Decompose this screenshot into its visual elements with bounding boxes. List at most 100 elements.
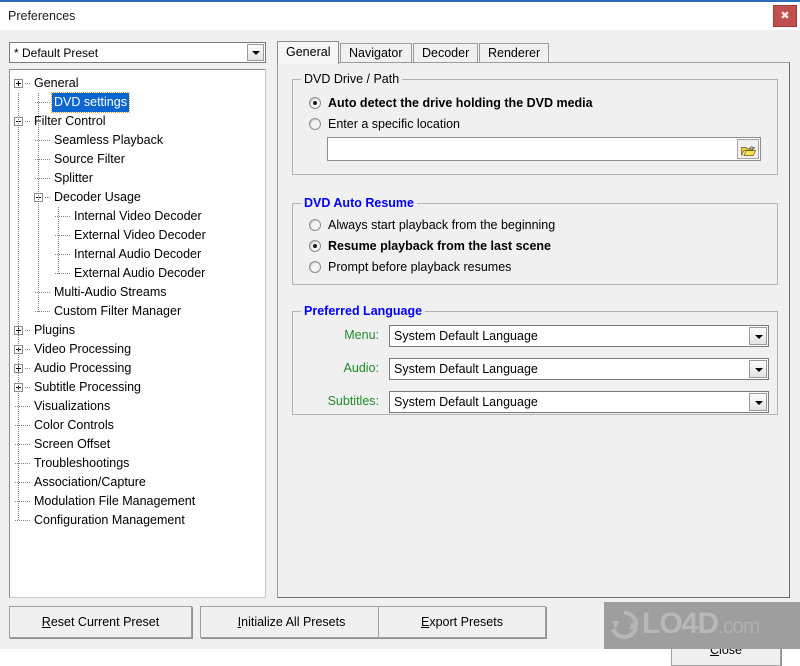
- browse-folder-button[interactable]: [737, 139, 759, 159]
- tree-item-label: Plugins: [34, 323, 75, 337]
- tree-connector: [25, 330, 31, 331]
- tree-item-plugins[interactable]: Plugins: [10, 321, 265, 340]
- tree-guide-line: [58, 207, 59, 274]
- tree-item-audio-processing[interactable]: Audio Processing: [10, 359, 265, 378]
- tree-item-external-video-decoder[interactable]: External Video Decoder: [10, 226, 265, 245]
- dvd-path-input[interactable]: [327, 137, 761, 161]
- language-value-subtitles: System Default Language: [394, 395, 538, 409]
- group-preferred-language-title: Preferred Language: [301, 304, 426, 318]
- tree-item-modulation-file-management[interactable]: Modulation File Management: [10, 492, 265, 511]
- tree-item-external-audio-decoder[interactable]: External Audio Decoder: [10, 264, 265, 283]
- tree-item-label: Subtitle Processing: [34, 380, 142, 394]
- reset-current-preset-button[interactable]: Reset Current Preset: [9, 606, 192, 638]
- tree-item-video-processing[interactable]: Video Processing: [10, 340, 265, 359]
- tree-item-label: General: [34, 76, 79, 90]
- tree-item-label: Modulation File Management: [34, 494, 196, 508]
- tree-item-dvd-settings[interactable]: DVD settings: [10, 92, 265, 113]
- language-select-subtitles[interactable]: System Default Language: [389, 391, 769, 413]
- tree-item-label: Seamless Playback: [54, 133, 164, 147]
- tree-item-internal-audio-decoder[interactable]: Internal Audio Decoder: [10, 245, 265, 264]
- tree-item-label: Association/Capture: [34, 475, 146, 489]
- tab-label: General: [286, 45, 331, 59]
- tree-item-label: External Video Decoder: [74, 228, 206, 242]
- tree-item-custom-filter-manager[interactable]: Custom Filter Manager: [10, 302, 265, 321]
- language-label-subtitles: Subtitles:: [327, 394, 379, 408]
- open-folder-icon: [741, 146, 756, 156]
- tree-item-label: Splitter: [54, 171, 93, 185]
- preset-select[interactable]: * Default Preset: [9, 42, 266, 63]
- reset-current-preset-label: Reset Current Preset: [41, 615, 160, 629]
- tree-item-splitter[interactable]: Splitter: [10, 169, 265, 188]
- tree-item-internal-video-decoder[interactable]: Internal Video Decoder: [10, 207, 265, 226]
- tree-item-label: Internal Audio Decoder: [74, 247, 202, 261]
- tree-item-label: Source Filter: [54, 152, 125, 166]
- language-select-audio[interactable]: System Default Language: [389, 358, 769, 380]
- tab-label: Renderer: [488, 46, 541, 60]
- expand-plus-icon[interactable]: [14, 79, 23, 88]
- group-dvd-auto-resume-title: DVD Auto Resume: [301, 196, 417, 210]
- tree-item-source-filter[interactable]: Source Filter: [10, 150, 265, 169]
- chevron-down-icon[interactable]: [749, 360, 767, 378]
- language-row-menu: Menu: System Default Language: [303, 325, 769, 347]
- chevron-down-icon[interactable]: [749, 327, 767, 345]
- chevron-down-icon[interactable]: [247, 44, 264, 61]
- settings-tree-panel[interactable]: General DVD settings Filter Control Seamles…: [9, 69, 266, 598]
- radio-indicator: [309, 97, 321, 109]
- close-x-icon: ✖: [780, 10, 790, 22]
- language-label-menu: Menu:: [344, 328, 379, 342]
- tree-item-screen-offset[interactable]: Screen Offset: [10, 435, 265, 454]
- tree-item-troubleshootings[interactable]: Troubleshootings: [10, 454, 265, 473]
- preset-selected-value: * Default Preset: [14, 46, 99, 60]
- tree-item-color-controls[interactable]: Color Controls: [10, 416, 265, 435]
- radio-indicator: [309, 240, 321, 252]
- tree-item-label: External Audio Decoder: [74, 266, 206, 280]
- tabpage-general: DVD Drive / Path Auto detect the drive h…: [277, 62, 790, 598]
- tree-item-configuration-management[interactable]: Configuration Management: [10, 511, 265, 530]
- tree-item-label: Custom Filter Manager: [54, 304, 182, 318]
- tree-item-filter-control[interactable]: Filter Control: [10, 112, 265, 131]
- tree-guide-line: [18, 93, 19, 521]
- tree-item-label: Internal Video Decoder: [74, 209, 202, 223]
- radio-label: Resume playback from the last scene: [328, 239, 552, 253]
- tree-item-decoder-usage[interactable]: Decoder Usage: [10, 188, 265, 207]
- close-button[interactable]: Close: [671, 634, 781, 666]
- tree-item-association-capture[interactable]: Association/Capture: [10, 473, 265, 492]
- tree-item-label: Visualizations: [34, 399, 111, 413]
- radio-indicator: [309, 219, 321, 231]
- tab-general[interactable]: General: [277, 41, 340, 64]
- tree-connector: [45, 197, 51, 198]
- group-dvd-drive-path: DVD Drive / Path Auto detect the drive h…: [292, 72, 778, 175]
- tree-item-label: Configuration Management: [34, 513, 185, 527]
- initialize-all-presets-label: Initialize All Presets: [237, 615, 346, 629]
- chevron-down-icon[interactable]: [749, 393, 767, 411]
- settings-tree: General DVD settings Filter Control Seamles…: [10, 70, 265, 530]
- tree-guide-line: [38, 93, 39, 312]
- tree-connector: [25, 368, 31, 369]
- initialize-all-presets-button[interactable]: Initialize All Presets: [200, 606, 383, 638]
- language-row-audio: Audio: System Default Language: [303, 358, 769, 380]
- tree-connector: [25, 387, 31, 388]
- tree-item-label: Video Processing: [34, 342, 132, 356]
- tree-item-label: DVD settings: [51, 92, 130, 113]
- tab-renderer[interactable]: Renderer: [479, 43, 550, 63]
- radio-indicator: [309, 261, 321, 273]
- tree-item-multi-audio-streams[interactable]: Multi-Audio Streams: [10, 283, 265, 302]
- tree-connector: [25, 121, 31, 122]
- group-dvd-drive-path-title: DVD Drive / Path: [301, 72, 403, 86]
- tab-navigator[interactable]: Navigator: [340, 43, 412, 63]
- tree-item-general[interactable]: General: [10, 74, 265, 93]
- radio-indicator: [309, 118, 321, 130]
- window-client-area: * Default Preset General DVD settings Filt…: [0, 30, 800, 666]
- radio-label: Prompt before playback resumes: [328, 260, 512, 274]
- tree-item-subtitle-processing[interactable]: Subtitle Processing: [10, 378, 265, 397]
- tab-decoder[interactable]: Decoder: [413, 43, 479, 63]
- tree-item-label: Multi-Audio Streams: [54, 285, 167, 299]
- preferences-window: Preferences ✖ * Default Preset General DV…: [0, 0, 800, 666]
- language-label-audio: Audio:: [343, 361, 379, 375]
- language-select-menu[interactable]: System Default Language: [389, 325, 769, 347]
- tree-item-label: Troubleshootings: [34, 456, 130, 470]
- export-presets-button[interactable]: Export Presets: [378, 606, 546, 638]
- window-close-button[interactable]: ✖: [773, 5, 797, 27]
- tree-item-visualizations[interactable]: Visualizations: [10, 397, 265, 416]
- tree-item-seamless-playback[interactable]: Seamless Playback: [10, 131, 265, 150]
